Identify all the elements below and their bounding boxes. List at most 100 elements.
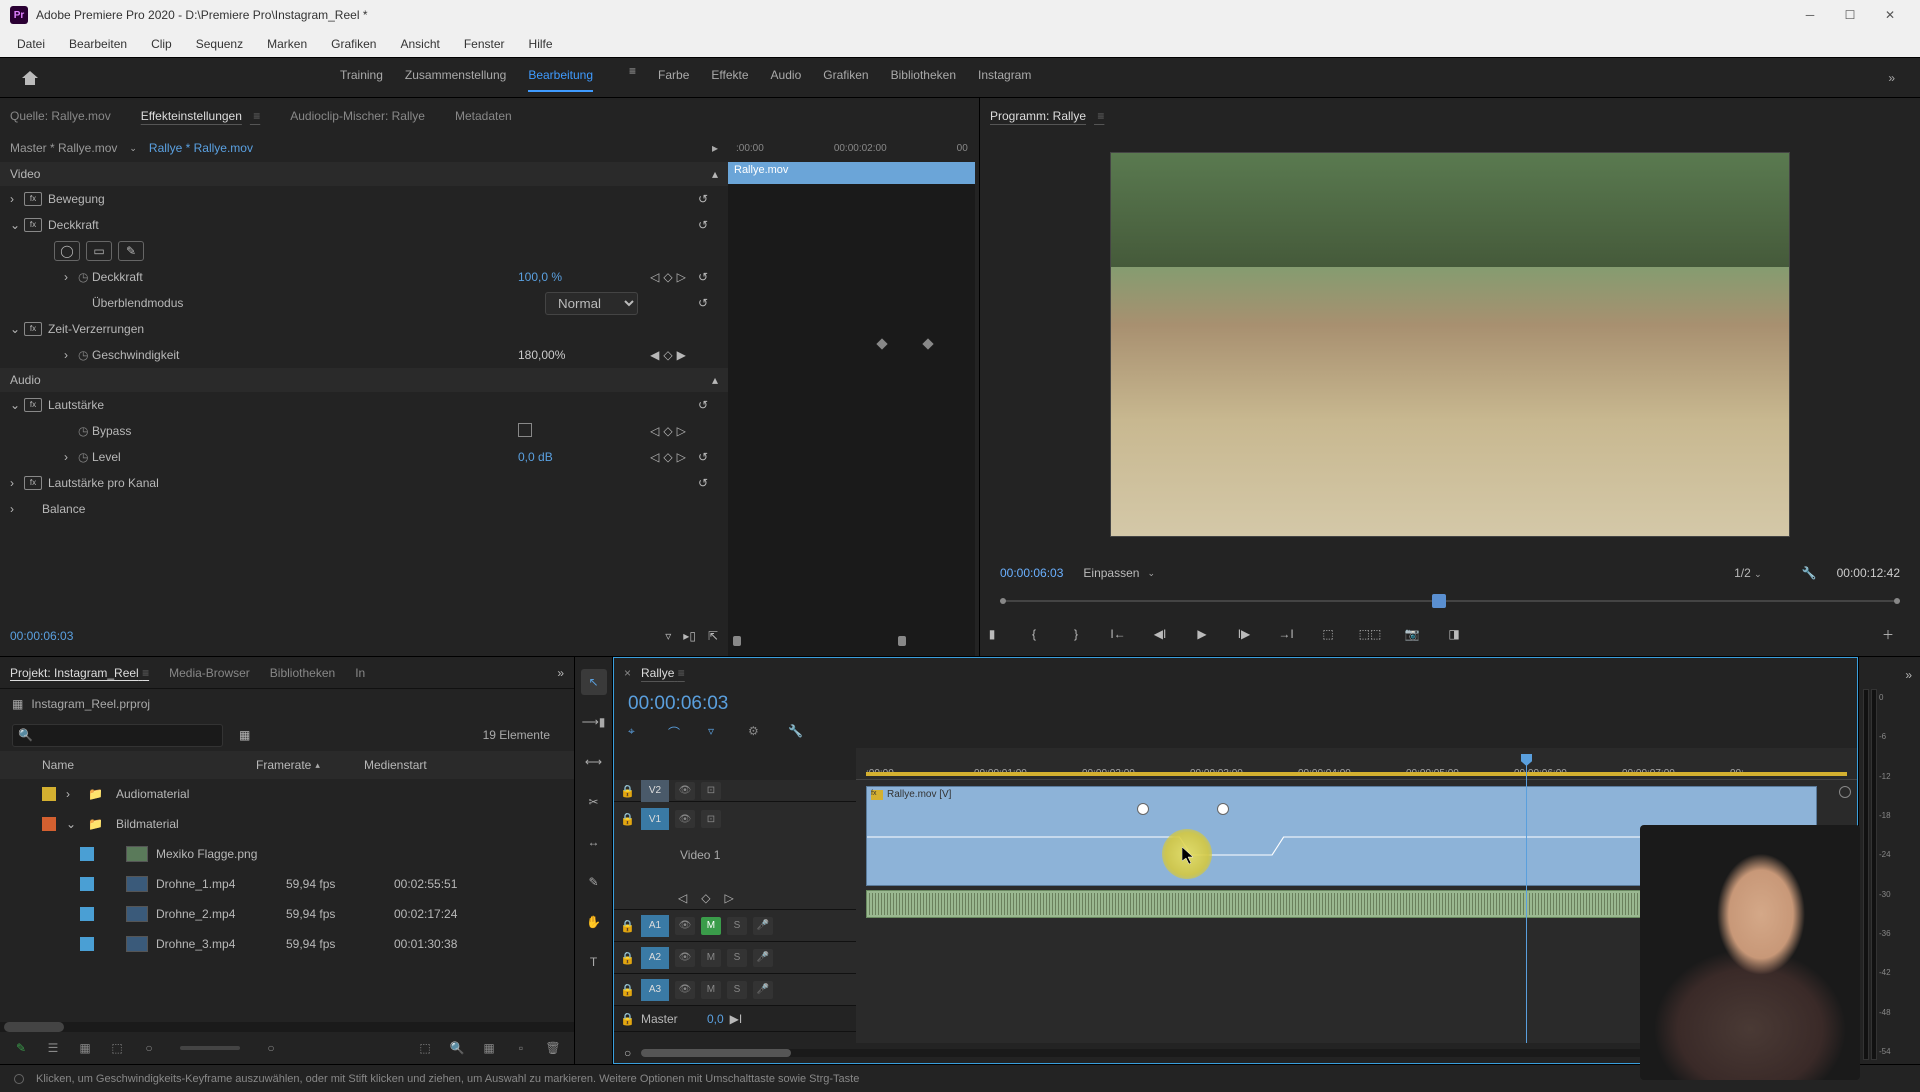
reset-icon[interactable]: ↺	[698, 450, 718, 464]
export-frame-icon[interactable]: ⇱	[708, 629, 718, 643]
settings-wrench-icon[interactable]: 🔧	[1802, 566, 1817, 580]
program-resolution-dropdown[interactable]: 1/2 ⌄	[1734, 566, 1762, 580]
menu-help[interactable]: Hilfe	[517, 33, 565, 55]
menu-window[interactable]: Fenster	[452, 33, 517, 55]
speed-keyframe-marker[interactable]	[1137, 803, 1149, 815]
home-button[interactable]	[0, 58, 60, 97]
track-output-toggle[interactable]: 👁	[675, 981, 695, 999]
menu-markers[interactable]: Marken	[255, 33, 319, 55]
speed-keyframe[interactable]	[876, 338, 887, 349]
fx-opacity[interactable]: ⌄fx Deckkraft ↺	[0, 212, 728, 238]
workspace-overflow[interactable]: »	[1888, 71, 1895, 85]
add-marker-tl-button[interactable]: ▿	[708, 724, 728, 744]
delete-button[interactable]: 🗑	[544, 1039, 562, 1057]
workspace-training[interactable]: Training	[340, 64, 383, 92]
playhead-icon[interactable]	[1432, 594, 1446, 608]
find-button[interactable]: 🔍	[448, 1039, 466, 1057]
workspace-instagram[interactable]: Instagram	[978, 64, 1031, 92]
effect-timecode[interactable]: 00:00:06:03	[10, 629, 73, 643]
razor-tool[interactable]: ✂	[581, 789, 607, 815]
prop-speed[interactable]: ›◷ Geschwindigkeit 180,00% ◀◇▶	[0, 342, 728, 368]
new-item-button[interactable]: ✎	[12, 1039, 30, 1057]
mark-out-button[interactable]: }	[1064, 622, 1088, 646]
track-a1-target[interactable]: A1	[641, 915, 669, 937]
prop-blendmode[interactable]: Überblendmodus Normal ↺	[0, 290, 728, 316]
reset-icon[interactable]: ↺	[698, 476, 718, 490]
fx-volume[interactable]: ⌄fx Lautstärke ↺	[0, 392, 728, 418]
minimize-button[interactable]: ─	[1790, 0, 1830, 30]
prop-opacity[interactable]: ›◷ Deckkraft 100,0 % ◁◇▷ ↺	[0, 264, 728, 290]
filter-icon[interactable]: ▿	[665, 629, 671, 643]
comparison-view-button[interactable]: ◨	[1442, 622, 1466, 646]
track-select-tool[interactable]: ⟶▮	[581, 709, 607, 735]
lock-icon[interactable]: 🔒	[620, 951, 635, 965]
voice-over-button[interactable]: 🎤	[753, 981, 773, 999]
effect-zoom-slider[interactable]	[728, 636, 975, 656]
snap-button[interactable]: ⌖	[628, 724, 648, 744]
new-bin-button[interactable]: ▦	[239, 728, 250, 742]
workspace-libraries[interactable]: Bibliotheken	[891, 64, 956, 92]
zoom-out-icon[interactable]: ○	[140, 1039, 158, 1057]
rect-mask-button[interactable]: ▭	[86, 241, 112, 261]
play-button[interactable]: ▶	[1190, 622, 1214, 646]
track-mute-button[interactable]: M	[701, 949, 721, 967]
master-level-value[interactable]: 0,0	[707, 1012, 724, 1026]
hand-tool[interactable]: ✋	[581, 909, 607, 935]
mark-in-button[interactable]: {	[1022, 622, 1046, 646]
expand-icon[interactable]: ⌄	[66, 817, 80, 831]
go-to-out-button[interactable]: →I	[1274, 622, 1298, 646]
speed-keyframe[interactable]	[922, 338, 933, 349]
level-value[interactable]: 0,0 dB	[518, 450, 638, 464]
workspace-effects[interactable]: Effekte	[711, 64, 748, 92]
slip-tool[interactable]: ↔	[581, 829, 607, 855]
new-item-footer[interactable]: ▫	[512, 1039, 530, 1057]
track-solo-button[interactable]: S	[727, 917, 747, 935]
reset-icon[interactable]: ↺	[698, 270, 718, 284]
selection-tool[interactable]: ↖	[581, 669, 607, 695]
sequence-tab[interactable]: Rallye ≡	[641, 666, 685, 680]
ripple-edit-tool[interactable]: ⟷	[581, 749, 607, 775]
pen-mask-button[interactable]: ✎	[118, 241, 144, 261]
track-mute-button[interactable]: M	[701, 917, 721, 935]
next-keyframe-button[interactable]: ▷	[724, 891, 733, 905]
menu-edit[interactable]: Bearbeiten	[57, 33, 139, 55]
toggle-keyframe-timeline[interactable]: ▸	[712, 141, 718, 155]
track-a2-target[interactable]: A2	[641, 947, 669, 969]
speed-value[interactable]: 180,00%	[518, 348, 638, 362]
chevron-down-icon[interactable]: ⌄	[129, 143, 137, 154]
speed-keyframe-marker[interactable]	[1217, 803, 1229, 815]
blendmode-select[interactable]: Normal	[545, 292, 638, 315]
tab-in[interactable]: In	[355, 666, 365, 680]
fx-motion[interactable]: ›fx Bewegung ↺	[0, 186, 728, 212]
bypass-checkbox[interactable]	[518, 423, 532, 437]
add-keyframe-button[interactable]: ◇	[701, 891, 710, 905]
master-clip-tab[interactable]: Master * Rallye.mov	[10, 141, 117, 155]
track-v1-target[interactable]: V1	[641, 808, 669, 830]
tabs-overflow[interactable]: »	[557, 666, 564, 680]
track-mute-button[interactable]: M	[701, 981, 721, 999]
button-editor[interactable]: ＋	[1876, 622, 1900, 646]
fx-time-remap[interactable]: ⌄fx Zeit-Verzerrungen	[0, 316, 728, 342]
collapse-icon[interactable]: ▴	[712, 167, 718, 181]
prev-keyframe-button[interactable]: ◁	[678, 891, 687, 905]
thumbnail-size-slider[interactable]	[180, 1046, 240, 1050]
label-color-swatch[interactable]	[80, 877, 94, 891]
project-h-scroll[interactable]	[0, 1022, 574, 1032]
program-tab[interactable]: Programm: Rallye ≡	[990, 109, 1104, 123]
track-solo-button[interactable]: S	[727, 949, 747, 967]
extract-button[interactable]: ⬚⬚	[1358, 622, 1382, 646]
project-row[interactable]: Mexiko Flagge.png	[0, 839, 574, 869]
type-tool[interactable]: T	[581, 949, 607, 975]
label-color-swatch[interactable]	[42, 817, 56, 831]
timeline-close[interactable]: ×	[624, 666, 631, 680]
program-scrubber[interactable]	[1000, 592, 1900, 612]
export-frame-button[interactable]: 📷	[1400, 622, 1424, 646]
freeform-view-button[interactable]: ⬚	[108, 1039, 126, 1057]
timeline-settings-button[interactable]: ⚙	[748, 724, 768, 744]
prop-level[interactable]: ›◷ Level 0,0 dB ◁◇▷ ↺	[0, 444, 728, 470]
track-solo-button[interactable]: S	[727, 981, 747, 999]
project-row[interactable]: ⌄📁Bildmaterial	[0, 809, 574, 839]
panel-menu-icon[interactable]: ≡	[250, 109, 260, 123]
program-fit-dropdown[interactable]: Einpassen⌄	[1083, 566, 1155, 580]
step-forward-button[interactable]: I▶	[1232, 622, 1256, 646]
